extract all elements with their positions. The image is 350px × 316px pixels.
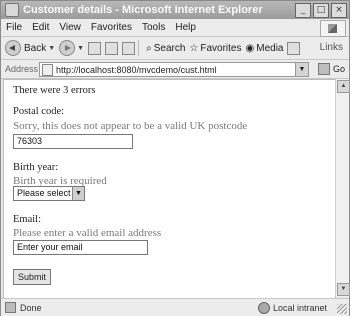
email-error: Please enter a valid email address [13,227,162,239]
media-icon: ◉ [245,42,255,54]
maximize-button[interactable]: □ [313,3,329,18]
stop-icon[interactable] [88,41,102,55]
links-button[interactable]: Links [320,42,343,53]
forward-arrow-icon [59,40,76,56]
title-bar: Customer details - Microsoft Internet Ex… [1,1,349,19]
back-button[interactable]: Back ▼ [5,40,55,56]
menu-view[interactable]: View [54,22,86,33]
toolbar-separator [138,40,140,56]
scroll-down-icon[interactable]: ▼ [337,283,350,296]
browser-window: Customer details - Microsoft Internet Ex… [0,0,350,316]
back-dropdown-icon[interactable]: ▼ [48,45,55,52]
scroll-up-icon[interactable]: ▲ [337,80,350,93]
window-title: Customer details - Microsoft Internet Ex… [23,4,263,16]
history-icon[interactable] [287,41,301,55]
go-button[interactable]: Go [317,63,345,75]
zone-label: Local intranet [272,303,327,313]
forward-dropdown-icon[interactable]: ▼ [77,45,84,52]
postal-code-error: Sorry, this does not appear to be a vali… [13,120,248,132]
back-label: Back [24,42,47,54]
birth-year-selected: Please select [17,188,71,198]
security-zone: Local intranet [257,302,327,314]
intranet-icon [257,302,270,314]
toolbar: Back ▼ ▼ ⌕ Search ☆ Favorites ◉ Media Li… [1,37,349,60]
status-text: Done [20,302,42,313]
address-url: http://localhost:8080/mvcdemo/cust.html [56,64,217,75]
windows-logo [320,20,346,37]
windows-flag-icon [328,24,337,33]
page-status-icon [5,302,16,313]
ie-icon [5,3,19,17]
menu-edit[interactable]: Edit [27,22,54,33]
menu-bar: File Edit View Favorites Tools Help [1,19,349,37]
page-content: There were 3 errors Postal code: Sorry, … [3,79,336,299]
status-bar: Done Local intranet [1,298,349,316]
media-button[interactable]: ◉ Media [246,43,284,54]
close-button[interactable]: × [331,3,347,18]
refresh-icon[interactable] [105,41,119,55]
menu-favorites[interactable]: Favorites [86,22,137,33]
birth-year-label: Birth year: [13,162,59,173]
address-input[interactable]: http://localhost:8080/mvcdemo/cust.html … [39,62,309,77]
email-label: Email: [13,214,41,225]
forward-button[interactable]: ▼ [59,40,84,56]
vertical-scrollbar[interactable]: ▲ ▼ [335,79,350,297]
favorites-label: Favorites [200,42,242,54]
chevron-down-icon[interactable]: ▼ [72,187,84,200]
go-label: Go [332,64,345,74]
submit-button[interactable]: Submit [13,269,51,285]
address-label: Address [5,64,39,74]
home-icon[interactable] [122,41,136,55]
address-bar: Address http://localhost:8080/mvcdemo/cu… [1,60,349,79]
menu-tools[interactable]: Tools [137,22,170,33]
window-controls: _ □ × [295,3,347,18]
go-arrow-icon [317,63,330,75]
resize-grip[interactable] [337,304,347,314]
mouse-cursor-icon [42,209,49,220]
menu-help[interactable]: Help [170,22,201,33]
postal-code-input[interactable]: 76303 [13,134,133,149]
search-button[interactable]: ⌕ Search [146,43,185,54]
favorites-button[interactable]: ☆ Favorites [189,43,241,54]
back-arrow-icon [5,40,21,56]
menu-file[interactable]: File [1,22,27,33]
error-count: There were 3 errors [13,85,96,96]
email-input[interactable]: Enter your email [13,240,148,255]
minimize-button[interactable]: _ [295,3,311,18]
star-icon: ☆ [189,42,199,54]
page-icon [42,63,53,76]
search-icon: ⌕ [146,42,152,54]
search-label: Search [153,42,186,54]
birth-year-select[interactable]: Please select ▼ [13,186,85,201]
media-label: Media [256,42,284,54]
address-dropdown-icon[interactable]: ▼ [295,63,308,76]
postal-code-label: Postal code: [13,106,65,117]
